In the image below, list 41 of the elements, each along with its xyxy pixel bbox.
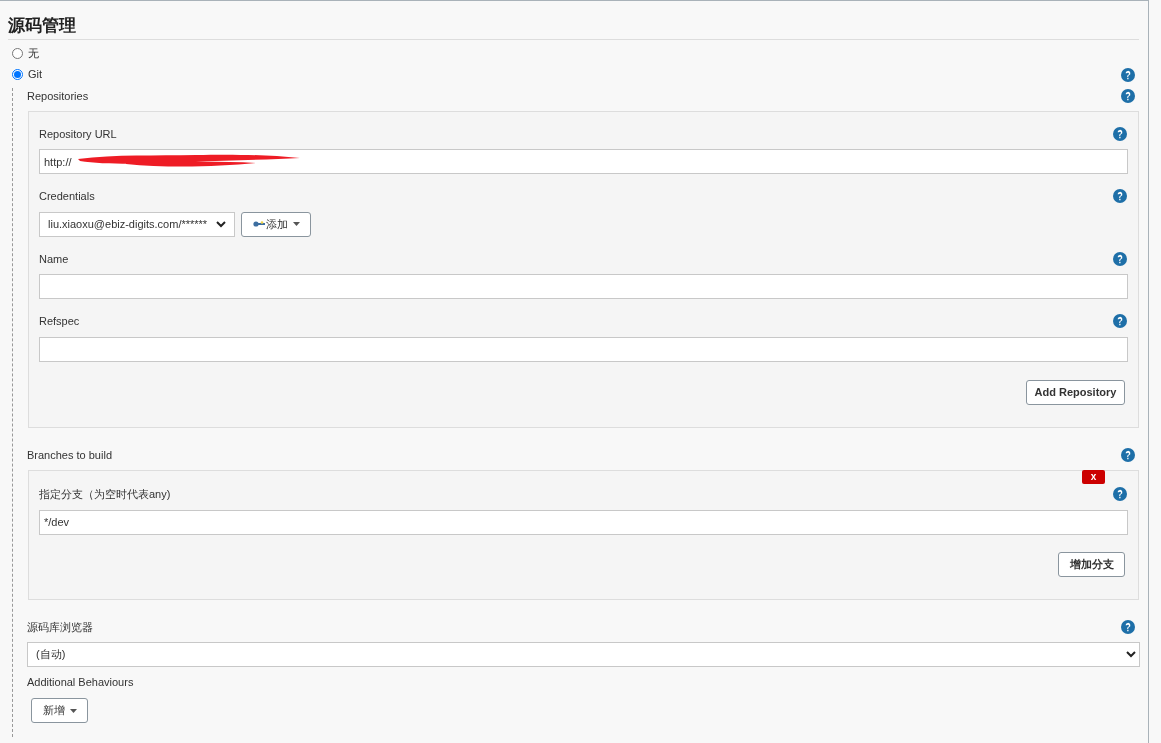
radio-button[interactable] bbox=[12, 69, 23, 80]
select-value: (自动) bbox=[36, 647, 66, 663]
add-branch-button[interactable]: 增加分支 bbox=[1058, 551, 1125, 577]
field-label: 指定分支（为空时代表any) bbox=[39, 487, 171, 502]
text-field[interactable] bbox=[39, 274, 1128, 299]
text-field[interactable] bbox=[39, 336, 1128, 362]
caret-icon bbox=[69, 708, 77, 713]
help-icon[interactable] bbox=[1113, 189, 1127, 204]
help-icon[interactable] bbox=[1113, 487, 1127, 502]
add-button[interactable]: 添加 bbox=[241, 211, 311, 237]
help-icon[interactable] bbox=[1113, 251, 1127, 266]
help-icon[interactable] bbox=[1113, 126, 1127, 141]
radio-button[interactable] bbox=[12, 48, 23, 59]
field-label: 源码库浏览器 bbox=[27, 619, 93, 635]
delete-button[interactable]: x bbox=[1082, 470, 1105, 484]
help-icon[interactable] bbox=[1121, 619, 1135, 634]
chevron-down-icon bbox=[1126, 651, 1136, 658]
text-field[interactable]: http:// bbox=[39, 149, 1128, 174]
add-button[interactable]: 新增 bbox=[31, 697, 88, 723]
radio-label[interactable]: Git bbox=[28, 66, 1116, 83]
chevron-down-icon bbox=[216, 220, 226, 228]
key-icon bbox=[252, 221, 265, 227]
radio-label[interactable]: 无 bbox=[28, 45, 1140, 62]
field-label: Credentials bbox=[39, 189, 95, 204]
field-label: Repositories bbox=[27, 89, 89, 104]
caret-icon bbox=[292, 222, 300, 226]
field-label: Name bbox=[39, 251, 69, 267]
help-icon[interactable] bbox=[1121, 447, 1135, 462]
help-icon[interactable] bbox=[1121, 67, 1135, 82]
section-title: 源码管理 bbox=[8, 15, 1139, 40]
field-label: Branches to build bbox=[27, 447, 112, 463]
field-label: Repository URL bbox=[39, 126, 117, 142]
select-field[interactable]: (自动) bbox=[27, 642, 1140, 667]
help-icon[interactable] bbox=[1113, 314, 1127, 329]
help-icon[interactable] bbox=[1121, 89, 1135, 104]
field-label: Additional Behaviours bbox=[27, 675, 135, 690]
field-label: Refspec bbox=[39, 314, 80, 329]
select-value: liu.xiaoxu@ebiz-digits.com/****** bbox=[48, 216, 208, 232]
text-field[interactable]: */dev bbox=[39, 509, 1128, 535]
select-field[interactable]: liu.xiaoxu@ebiz-digits.com/****** bbox=[39, 211, 235, 237]
add-repository-button[interactable]: Add Repository bbox=[1026, 379, 1125, 405]
